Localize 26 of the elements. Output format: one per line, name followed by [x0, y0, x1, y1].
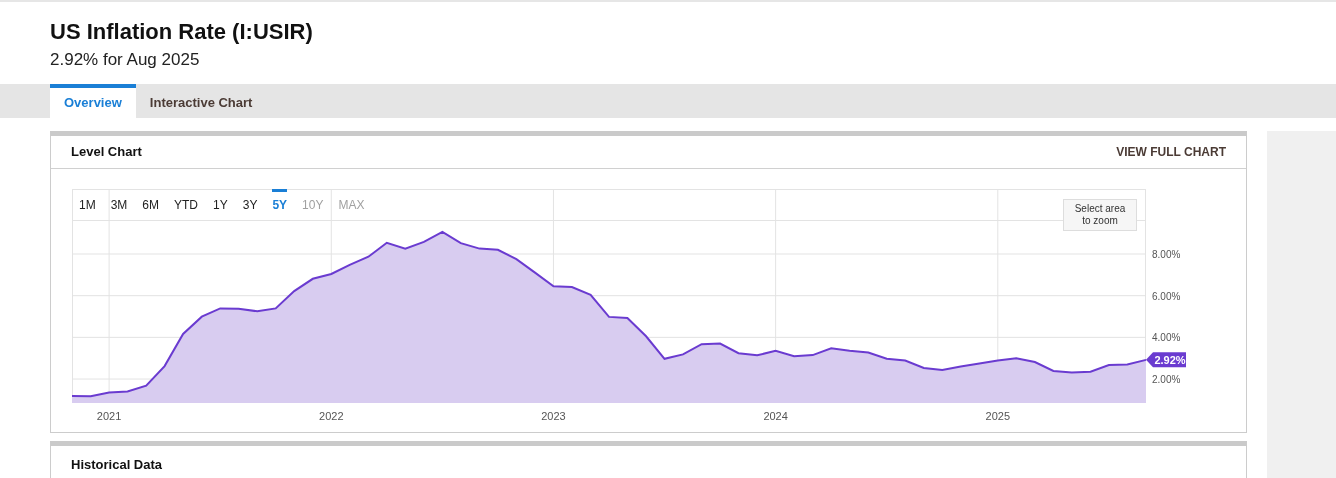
- axis-tick-label: 2021: [96, 410, 122, 422]
- view-full-chart-link[interactable]: VIEW FULL CHART: [1116, 143, 1226, 161]
- axis-tick-label: 2.00%: [1152, 374, 1181, 386]
- range-button[interactable]: 1M: [79, 189, 96, 220]
- zoom-hint: Select area to zoom: [1063, 199, 1137, 231]
- axis-tick-label: 2025: [985, 410, 1011, 422]
- card-title: Level Chart: [71, 143, 142, 162]
- value-tag: 2.92%: [1146, 352, 1186, 368]
- axis-tick-label: 2024: [763, 410, 788, 422]
- card-title: Historical Data: [71, 457, 163, 472]
- tab[interactable]: Interactive Chart: [135, 84, 267, 118]
- range-button[interactable]: YTD: [174, 189, 198, 220]
- range-button[interactable]: 3M: [110, 189, 128, 220]
- axis-tick-label: 2022: [319, 410, 344, 422]
- axis-tick-label: 2023: [541, 410, 566, 422]
- axis-tick-label: 8.00%: [1152, 249, 1181, 260]
- range-button[interactable]: 3Y: [242, 189, 258, 220]
- page-subtitle: 2.92% for Aug 2025: [50, 49, 201, 71]
- tab[interactable]: Overview: [50, 84, 136, 118]
- range-button[interactable]: 6M: [142, 189, 159, 220]
- axis-tick-label: 4.00%: [1152, 332, 1181, 344]
- page-title: US Inflation Rate (I:USIR): [50, 18, 314, 46]
- range-button[interactable]: 1Y: [213, 189, 228, 220]
- range-button[interactable]: 5Y: [272, 189, 288, 220]
- annotation: 2.92%: [1154, 353, 1186, 366]
- axis-tick-label: 6.00%: [1152, 290, 1181, 302]
